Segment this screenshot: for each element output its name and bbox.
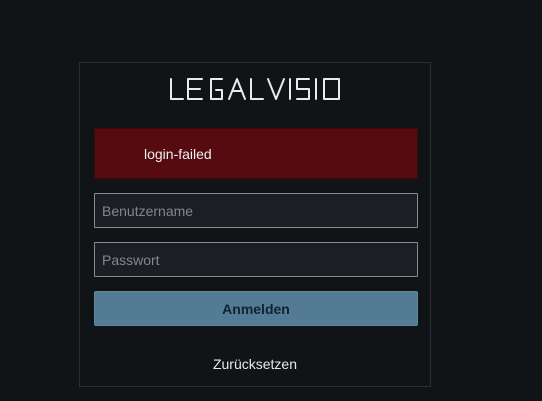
logo-wordmark-icon	[170, 78, 340, 100]
username-input[interactable]	[94, 193, 418, 228]
password-input[interactable]	[94, 242, 418, 277]
reset-link[interactable]: Zurücksetzen	[80, 356, 430, 372]
legalvisio-logo	[80, 71, 430, 107]
login-button[interactable]: Anmelden	[94, 291, 418, 326]
error-message: login-failed	[144, 145, 212, 162]
login-card: login-failed Anmelden Zurücksetzen	[79, 62, 431, 387]
error-alert: login-failed	[94, 128, 418, 179]
